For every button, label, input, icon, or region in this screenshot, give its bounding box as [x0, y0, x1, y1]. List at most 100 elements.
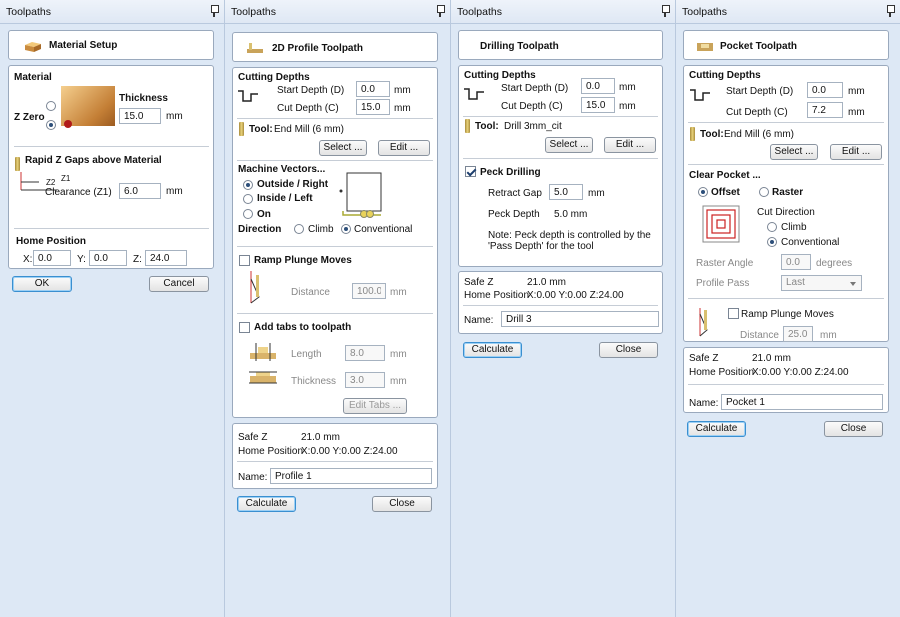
cut-depth-label: Cut Depth (C)	[726, 107, 788, 118]
edit-tabs-button[interactable]: Edit Tabs ...	[343, 398, 407, 414]
calculate-button[interactable]: Calculate	[463, 342, 522, 358]
pane-title: Toolpaths	[682, 6, 727, 18]
start-depth-input[interactable]	[356, 81, 390, 97]
tab-thickness-icon	[249, 371, 277, 384]
home-position-label: Home Position	[689, 367, 755, 378]
cut-depth-input[interactable]	[807, 102, 843, 118]
inside-radio[interactable]	[243, 194, 253, 204]
pin-icon[interactable]	[436, 5, 445, 17]
material-label: Material	[14, 72, 52, 83]
peck-checkbox[interactable]	[465, 166, 476, 177]
output-box: Safe Z 21.0 mm Home Position X:0.00 Y:0.…	[232, 423, 438, 489]
pane-material-setup: Toolpaths Material Setup Material Z Zero…	[0, 0, 224, 617]
tool-edit-button[interactable]: Edit ...	[378, 140, 430, 156]
ramp-checkbox[interactable]	[239, 255, 250, 266]
zzero-top-radio[interactable]	[46, 101, 56, 111]
calculate-button[interactable]: Calculate	[237, 496, 296, 512]
name-input[interactable]	[501, 311, 659, 327]
pin-icon[interactable]	[210, 5, 219, 17]
home-position-value: X:0.00 Y:0.00 Z:24.00	[301, 446, 398, 457]
home-z-input[interactable]	[145, 250, 187, 266]
close-button[interactable]: Close	[599, 342, 658, 358]
retract-gap-unit: mm	[588, 188, 605, 199]
raster-angle-input[interactable]	[781, 254, 811, 270]
ramp-checkbox[interactable]	[728, 308, 739, 319]
tab-thickness-input[interactable]	[345, 372, 385, 388]
home-y-label: Y:	[77, 254, 86, 265]
tool-select-button[interactable]: Select ...	[545, 137, 593, 153]
gap-tool-icon	[15, 157, 20, 171]
name-input[interactable]	[270, 468, 432, 484]
offset-radio[interactable]	[698, 187, 708, 197]
profile-pass-select[interactable]: Last	[781, 275, 862, 291]
on-radio[interactable]	[243, 209, 253, 219]
pin-icon[interactable]	[886, 5, 895, 17]
pane-profile-toolpath: Toolpaths 2D Profile Toolpath Cutting De…	[225, 0, 450, 617]
peck-label: Peck Drilling	[480, 167, 541, 178]
raster-label: Raster	[772, 187, 804, 198]
name-input[interactable]	[721, 394, 883, 410]
start-depth-label: Start Depth (D)	[277, 85, 345, 96]
thickness-input[interactable]	[119, 108, 161, 124]
clear-pocket-label: Clear Pocket ...	[689, 170, 761, 181]
cancel-button[interactable]: Cancel	[149, 276, 209, 292]
cut-depth-unit: mm	[619, 101, 636, 112]
depths-label: Cutting Depths	[464, 70, 536, 81]
close-button[interactable]: Close	[824, 421, 883, 437]
climb-radio[interactable]	[294, 224, 304, 234]
pane-header: Toolpaths	[225, 0, 450, 24]
pin-icon[interactable]	[661, 5, 670, 17]
on-label: On	[257, 209, 271, 220]
start-depth-unit: mm	[619, 82, 636, 93]
tool-select-button[interactable]: Select ...	[770, 144, 818, 160]
pane-header: Toolpaths	[0, 0, 224, 24]
outside-radio[interactable]	[243, 180, 253, 190]
ok-button[interactable]: OK	[12, 276, 72, 292]
tool-select-button[interactable]: Select ...	[319, 140, 367, 156]
zzero-bottom-radio[interactable]	[46, 120, 56, 130]
raster-angle-unit: degrees	[816, 258, 853, 269]
tool-edit-button[interactable]: Edit ...	[830, 144, 882, 160]
cut-depth-input[interactable]	[356, 99, 390, 115]
home-label: Home Position	[16, 236, 87, 247]
home-x-input[interactable]	[33, 250, 71, 266]
start-depth-label: Start Depth (D)	[726, 86, 794, 97]
calculate-button[interactable]: Calculate	[687, 421, 746, 437]
header-title: Material Setup	[49, 40, 118, 51]
end-mill-icon	[239, 122, 244, 136]
tool-label: Tool:	[700, 129, 724, 140]
start-depth-unit: mm	[394, 85, 411, 96]
close-button[interactable]: Close	[372, 496, 432, 512]
home-y-input[interactable]	[89, 250, 127, 266]
tabs-checkbox[interactable]	[239, 322, 250, 333]
start-depth-input[interactable]	[807, 82, 843, 98]
retract-gap-input[interactable]	[549, 184, 583, 200]
vector-preview-icon	[339, 172, 382, 218]
tab-length-label: Length	[291, 349, 322, 360]
tab-length-input[interactable]	[345, 345, 385, 361]
safe-z-label: Safe Z	[238, 432, 268, 443]
clearance-input[interactable]	[119, 183, 161, 199]
start-depth-input[interactable]	[581, 78, 615, 94]
climb-radio[interactable]	[767, 222, 777, 232]
material-block-icon	[25, 42, 41, 52]
cut-depth-unit: mm	[848, 107, 865, 118]
divider	[463, 158, 658, 159]
profile-icon	[247, 43, 263, 53]
tab-length-icon	[250, 343, 276, 361]
conventional-radio[interactable]	[341, 224, 351, 234]
ramp-distance-input[interactable]	[783, 326, 813, 342]
cut-depth-input[interactable]	[581, 97, 615, 113]
retract-gap-label: Retract Gap	[488, 188, 542, 199]
ramp-label: Ramp Plunge Moves	[741, 309, 834, 320]
cut-depth-label: Cut Depth (C)	[277, 103, 339, 114]
origin-dot	[64, 120, 72, 128]
ramp-distance-input[interactable]	[352, 283, 386, 299]
depth-icon	[464, 88, 484, 100]
raster-radio[interactable]	[759, 187, 769, 197]
tool-edit-button[interactable]: Edit ...	[604, 137, 656, 153]
tool-label: Tool:	[475, 121, 499, 132]
clearance-unit: mm	[166, 186, 183, 197]
conventional-radio[interactable]	[767, 237, 777, 247]
ramp-distance-unit: mm	[820, 330, 837, 341]
